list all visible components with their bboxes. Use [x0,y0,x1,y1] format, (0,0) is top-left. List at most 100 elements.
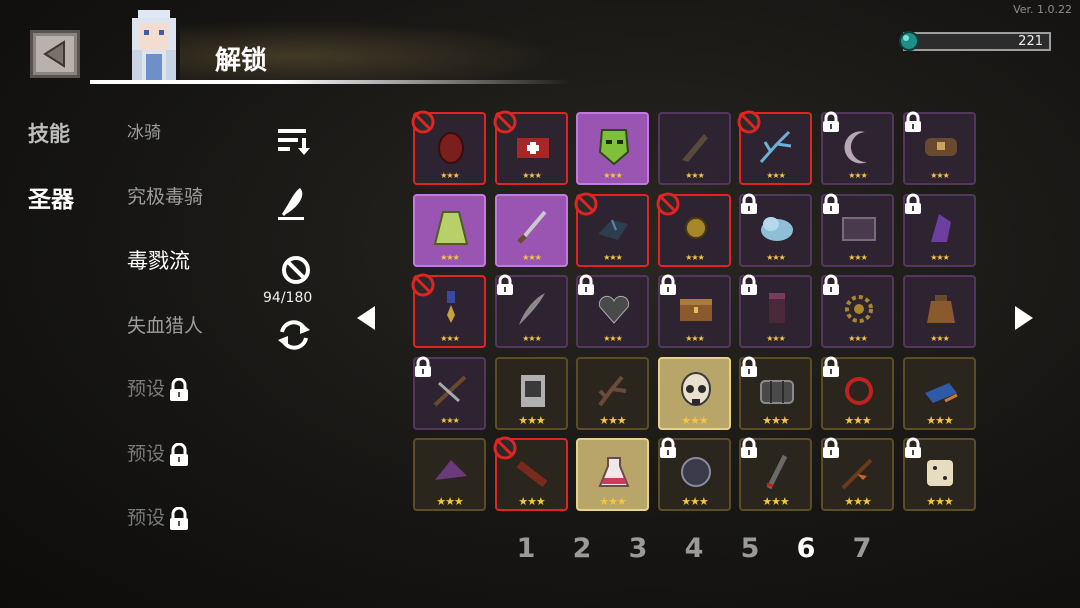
rarity-stars: ★★★ [603,171,623,180]
relic-slot[interactable]: ★★★ [739,274,812,348]
relic-slot[interactable]: ★★★ [658,357,731,430]
relic-slot[interactable]: ★★★ [495,274,568,348]
lock-badge-icon [905,193,921,214]
rarity-stars: ★★★ [518,414,546,427]
back-button[interactable] [30,30,80,78]
preset-item-active[interactable]: 毒戮流 [127,245,190,275]
relic-slot[interactable]: ★★★ [658,437,731,511]
relic-slot[interactable]: ★★★ [821,437,894,511]
category-relics[interactable]: 圣器 [28,180,74,214]
rarity-stars: ★★★ [681,495,709,508]
page-title: 解锁 [215,46,268,76]
potion-icon [598,457,630,487]
lock-icon [170,377,189,401]
relic-slot[interactable]: ★★★ [903,275,976,348]
relic-slot[interactable]: ★★★ [903,437,976,511]
rarity-stars: ★★★ [930,171,950,180]
relic-slot[interactable]: ★★★ [739,437,812,511]
relic-slot[interactable]: ★★★ [493,110,568,185]
relic-slot[interactable]: ★★★ [903,111,976,185]
page-number[interactable]: 7 [850,533,874,564]
next-page-arrow-icon[interactable] [1013,304,1035,332]
lock-badge-icon [823,111,839,132]
relic-slot[interactable]: ★★★ [737,110,812,185]
rarity-stars: ★★★ [685,171,705,180]
prev-page-arrow-icon[interactable] [355,304,377,332]
ban-badge-icon [737,110,761,134]
ice-branch-icon [759,130,792,163]
relic-slot[interactable]: ★★★ [576,112,649,185]
moon-icon [844,131,867,164]
purple-hat-icon [435,460,467,480]
rarity-stars: ★★★ [766,334,786,343]
rarity-stars: ★★★ [603,334,623,343]
relic-slot[interactable]: ★★★ [411,110,486,185]
page-number[interactable]: 3 [626,533,650,564]
page-number[interactable]: 1 [514,533,538,564]
rarity-stars: ★★★ [599,495,627,508]
feather-icon [519,293,545,325]
relic-slot[interactable]: ★★★ [821,274,894,348]
page-number[interactable]: 2 [570,533,594,564]
relic-slot[interactable]: ★★★ [739,356,812,430]
preset-locked[interactable]: 预设 [127,439,191,467]
lock-badge-icon [660,437,676,458]
green-cloak-icon [433,211,469,245]
relic-slot[interactable]: ★★★ [413,356,486,430]
title-underline [90,80,570,84]
lock-badge-icon [741,274,757,295]
relic-slot[interactable]: ★★★ [821,193,894,267]
relic-slot[interactable]: ★★★ [739,193,812,267]
refresh-icon[interactable] [276,318,312,352]
quill-icon[interactable] [276,186,312,222]
rarity-stars: ★★★ [518,495,546,508]
lock-badge-icon [905,437,921,458]
ban-icon[interactable] [280,254,312,286]
page-number[interactable]: 4 [682,533,706,564]
rarity-stars: ★★★ [522,171,542,180]
relic-slot[interactable]: ★★★ [903,193,976,267]
rarity-stars: ★★★ [930,253,950,262]
lock-badge-icon [497,274,513,295]
lock-badge-icon [905,111,921,132]
preset-label: 预设 [127,443,166,465]
page-number[interactable]: 5 [738,533,762,564]
fossil-claw-icon [682,134,708,162]
relic-slot[interactable]: ★★★ [656,192,731,267]
category-skills[interactable]: 技能 [28,118,70,148]
sort-icon[interactable] [276,126,312,156]
relic-slot[interactable]: ★★★ [658,274,731,348]
preset-item[interactable]: 失血猎人 [127,311,203,338]
skull-icon [681,372,711,406]
rarity-stars: ★★★ [762,495,790,508]
relic-slot[interactable]: ★★★ [411,273,486,348]
relic-slot[interactable]: ★★★ [574,192,649,267]
relic-slot[interactable]: ★★★ [821,111,894,185]
rarity-stars: ★★★ [603,253,623,262]
relic-slot[interactable]: ★★★ [576,274,649,348]
preset-item[interactable]: 冰骑 [127,118,161,143]
relic-slot[interactable]: ★★★ [493,436,568,511]
preset-item[interactable]: 究极毒骑 [127,182,203,209]
rarity-stars: ★★★ [926,495,954,508]
blade-icon [766,454,788,490]
lock-badge-icon [660,274,676,295]
relic-slot[interactable]: ★★★ [821,356,894,430]
lock-icon [170,506,189,530]
relic-slot[interactable]: ★★★ [495,357,568,430]
relic-slot[interactable]: ★★★ [413,438,486,511]
relic-slot[interactable]: ★★★ [903,357,976,430]
relic-slot[interactable]: ★★★ [658,112,731,185]
relic-slot[interactable]: ★★★ [576,438,649,511]
gold-orb-icon [685,217,707,239]
relic-slot[interactable]: ★★★ [413,194,486,267]
unlock-count: 94/180 [263,290,313,306]
red-egg-icon [438,132,464,164]
relic-slot[interactable]: ★★★ [495,194,568,267]
page-number[interactable]: 6 [794,533,818,564]
preset-locked[interactable]: 预设 [127,374,191,402]
preset-locked[interactable]: 预设 [127,503,191,531]
rarity-stars: ★★★ [844,414,872,427]
lock-badge-icon [823,356,839,377]
relic-slot[interactable]: ★★★ [576,357,649,430]
